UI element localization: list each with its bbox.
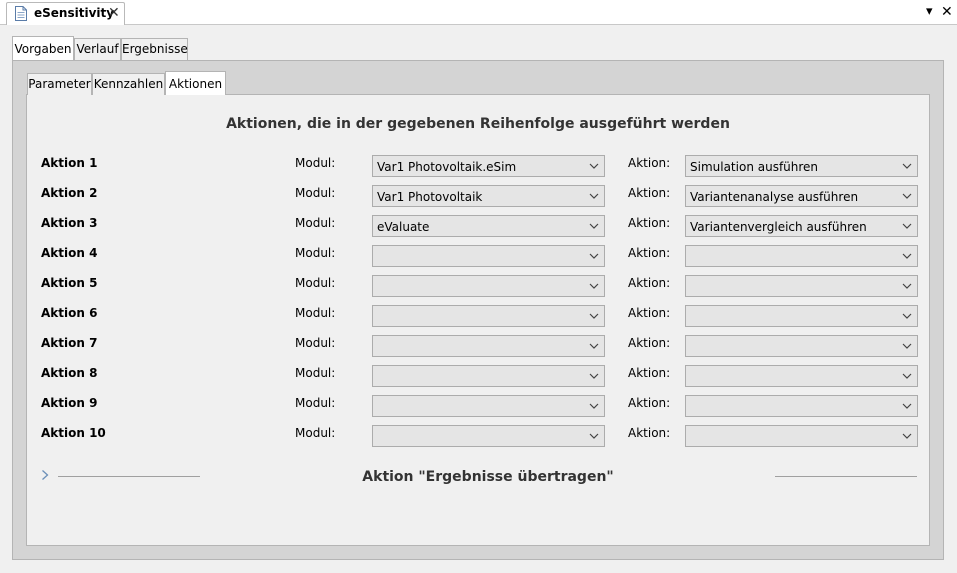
chevron-down-icon <box>902 283 912 289</box>
aktion-label: Aktion: <box>628 186 671 200</box>
aktion-5-aktion-select[interactable] <box>685 275 918 297</box>
modul-label: Modul: <box>295 366 336 380</box>
modul-label: Modul: <box>295 216 336 230</box>
chevron-down-icon <box>902 253 912 259</box>
modul-value: Var1 Photovoltaik <box>377 190 483 204</box>
aktion-8-label: Aktion 8 <box>41 366 98 380</box>
document-icon <box>15 6 27 21</box>
modul-label: Modul: <box>295 246 336 260</box>
modul-label: Modul: <box>295 396 336 410</box>
tab-parameter[interactable]: Parameter <box>27 73 92 95</box>
aktion-label: Aktion: <box>628 276 671 290</box>
aktion-label: Aktion: <box>628 306 671 320</box>
aktion-8-aktion-select[interactable] <box>685 365 918 387</box>
aktion-8-modul-select[interactable] <box>372 365 605 387</box>
tab-verlauf[interactable]: Verlauf <box>74 38 121 60</box>
modul-label: Modul: <box>295 186 336 200</box>
chevron-down-icon <box>902 163 912 169</box>
aktion-3-modul-select[interactable]: eValuate <box>372 215 605 237</box>
chevron-down-icon <box>589 163 599 169</box>
chevron-down-icon <box>589 373 599 379</box>
editor-tab-bar: eSensitivity ✕ ▾ ✕ <box>0 0 957 25</box>
aktion-10-aktion-select[interactable] <box>685 425 918 447</box>
aktion-value: Variantenanalyse ausführen <box>690 190 859 204</box>
view-menu-icon[interactable]: ▾ <box>926 4 933 20</box>
ergebnisse-uebertragen-title[interactable]: Aktion "Ergebnisse übertragen" <box>26 469 950 485</box>
aktion-3-label: Aktion 3 <box>41 216 98 230</box>
modul-label: Modul: <box>295 306 336 320</box>
modul-label: Modul: <box>295 276 336 290</box>
aktion-2-aktion-select[interactable]: Variantenanalyse ausführen <box>685 185 918 207</box>
tab-ergebnisse[interactable]: Ergebnisse <box>121 38 188 60</box>
aktion-2-modul-select[interactable]: Var1 Photovoltaik <box>372 185 605 207</box>
aktion-4-label: Aktion 4 <box>41 246 98 260</box>
chevron-down-icon <box>589 433 599 439</box>
aktion-6-modul-select[interactable] <box>372 305 605 327</box>
aktion-9-modul-select[interactable] <box>372 395 605 417</box>
aktion-5-modul-select[interactable] <box>372 275 605 297</box>
chevron-down-icon <box>589 313 599 319</box>
chevron-down-icon <box>902 343 912 349</box>
modul-label: Modul: <box>295 426 336 440</box>
aktion-value: Variantenvergleich ausführen <box>690 220 867 234</box>
chevron-down-icon <box>589 223 599 229</box>
chevron-down-icon <box>902 223 912 229</box>
chevron-down-icon <box>902 373 912 379</box>
aktion-10-label: Aktion 10 <box>41 426 106 440</box>
editor-tab-esensitivity[interactable]: eSensitivity ✕ <box>6 2 125 25</box>
aktion-1-aktion-select[interactable]: Simulation ausführen <box>685 155 918 177</box>
aktion-6-label: Aktion 6 <box>41 306 98 320</box>
aktion-1-label: Aktion 1 <box>41 156 98 170</box>
window-close-icon[interactable]: ✕ <box>941 4 953 20</box>
aktion-4-aktion-select[interactable] <box>685 245 918 267</box>
aktion-7-modul-select[interactable] <box>372 335 605 357</box>
tab-aktionen[interactable]: Aktionen <box>165 71 226 95</box>
aktion-value: Simulation ausführen <box>690 160 819 174</box>
aktion-3-aktion-select[interactable]: Variantenvergleich ausführen <box>685 215 918 237</box>
chevron-down-icon <box>902 313 912 319</box>
aktion-label: Aktion: <box>628 396 671 410</box>
aktion-2-label: Aktion 2 <box>41 186 98 200</box>
section-title: Aktionen, die in der gegebenen Reihenfol… <box>226 116 730 132</box>
aktion-label: Aktion: <box>628 426 671 440</box>
modul-value: Var1 Photovoltaik.eSim <box>377 160 517 174</box>
modul-value: eValuate <box>377 220 430 234</box>
chevron-down-icon <box>589 193 599 199</box>
aktion-4-modul-select[interactable] <box>372 245 605 267</box>
aktion-label: Aktion: <box>628 216 671 230</box>
aktion-7-aktion-select[interactable] <box>685 335 918 357</box>
aktion-label: Aktion: <box>628 366 671 380</box>
aktion-6-aktion-select[interactable] <box>685 305 918 327</box>
close-icon[interactable]: ✕ <box>108 5 120 21</box>
aktion-9-label: Aktion 9 <box>41 396 98 410</box>
aktion-1-modul-select[interactable]: Var1 Photovoltaik.eSim <box>372 155 605 177</box>
chevron-down-icon <box>589 343 599 349</box>
aktion-label: Aktion: <box>628 246 671 260</box>
aktion-5-label: Aktion 5 <box>41 276 98 290</box>
aktion-label: Aktion: <box>628 156 671 170</box>
tab-vorgaben[interactable]: Vorgaben <box>12 36 74 60</box>
chevron-down-icon <box>902 433 912 439</box>
chevron-down-icon <box>589 403 599 409</box>
aktion-label: Aktion: <box>628 336 671 350</box>
modul-label: Modul: <box>295 156 336 170</box>
modul-label: Modul: <box>295 336 336 350</box>
chevron-down-icon <box>902 403 912 409</box>
aktion-10-modul-select[interactable] <box>372 425 605 447</box>
editor-tab-title: eSensitivity <box>34 6 115 20</box>
chevron-down-icon <box>902 193 912 199</box>
aktion-9-aktion-select[interactable] <box>685 395 918 417</box>
chevron-down-icon <box>589 253 599 259</box>
chevron-down-icon <box>589 283 599 289</box>
tab-kennzahlen[interactable]: Kennzahlen <box>92 73 165 95</box>
aktion-7-label: Aktion 7 <box>41 336 98 350</box>
